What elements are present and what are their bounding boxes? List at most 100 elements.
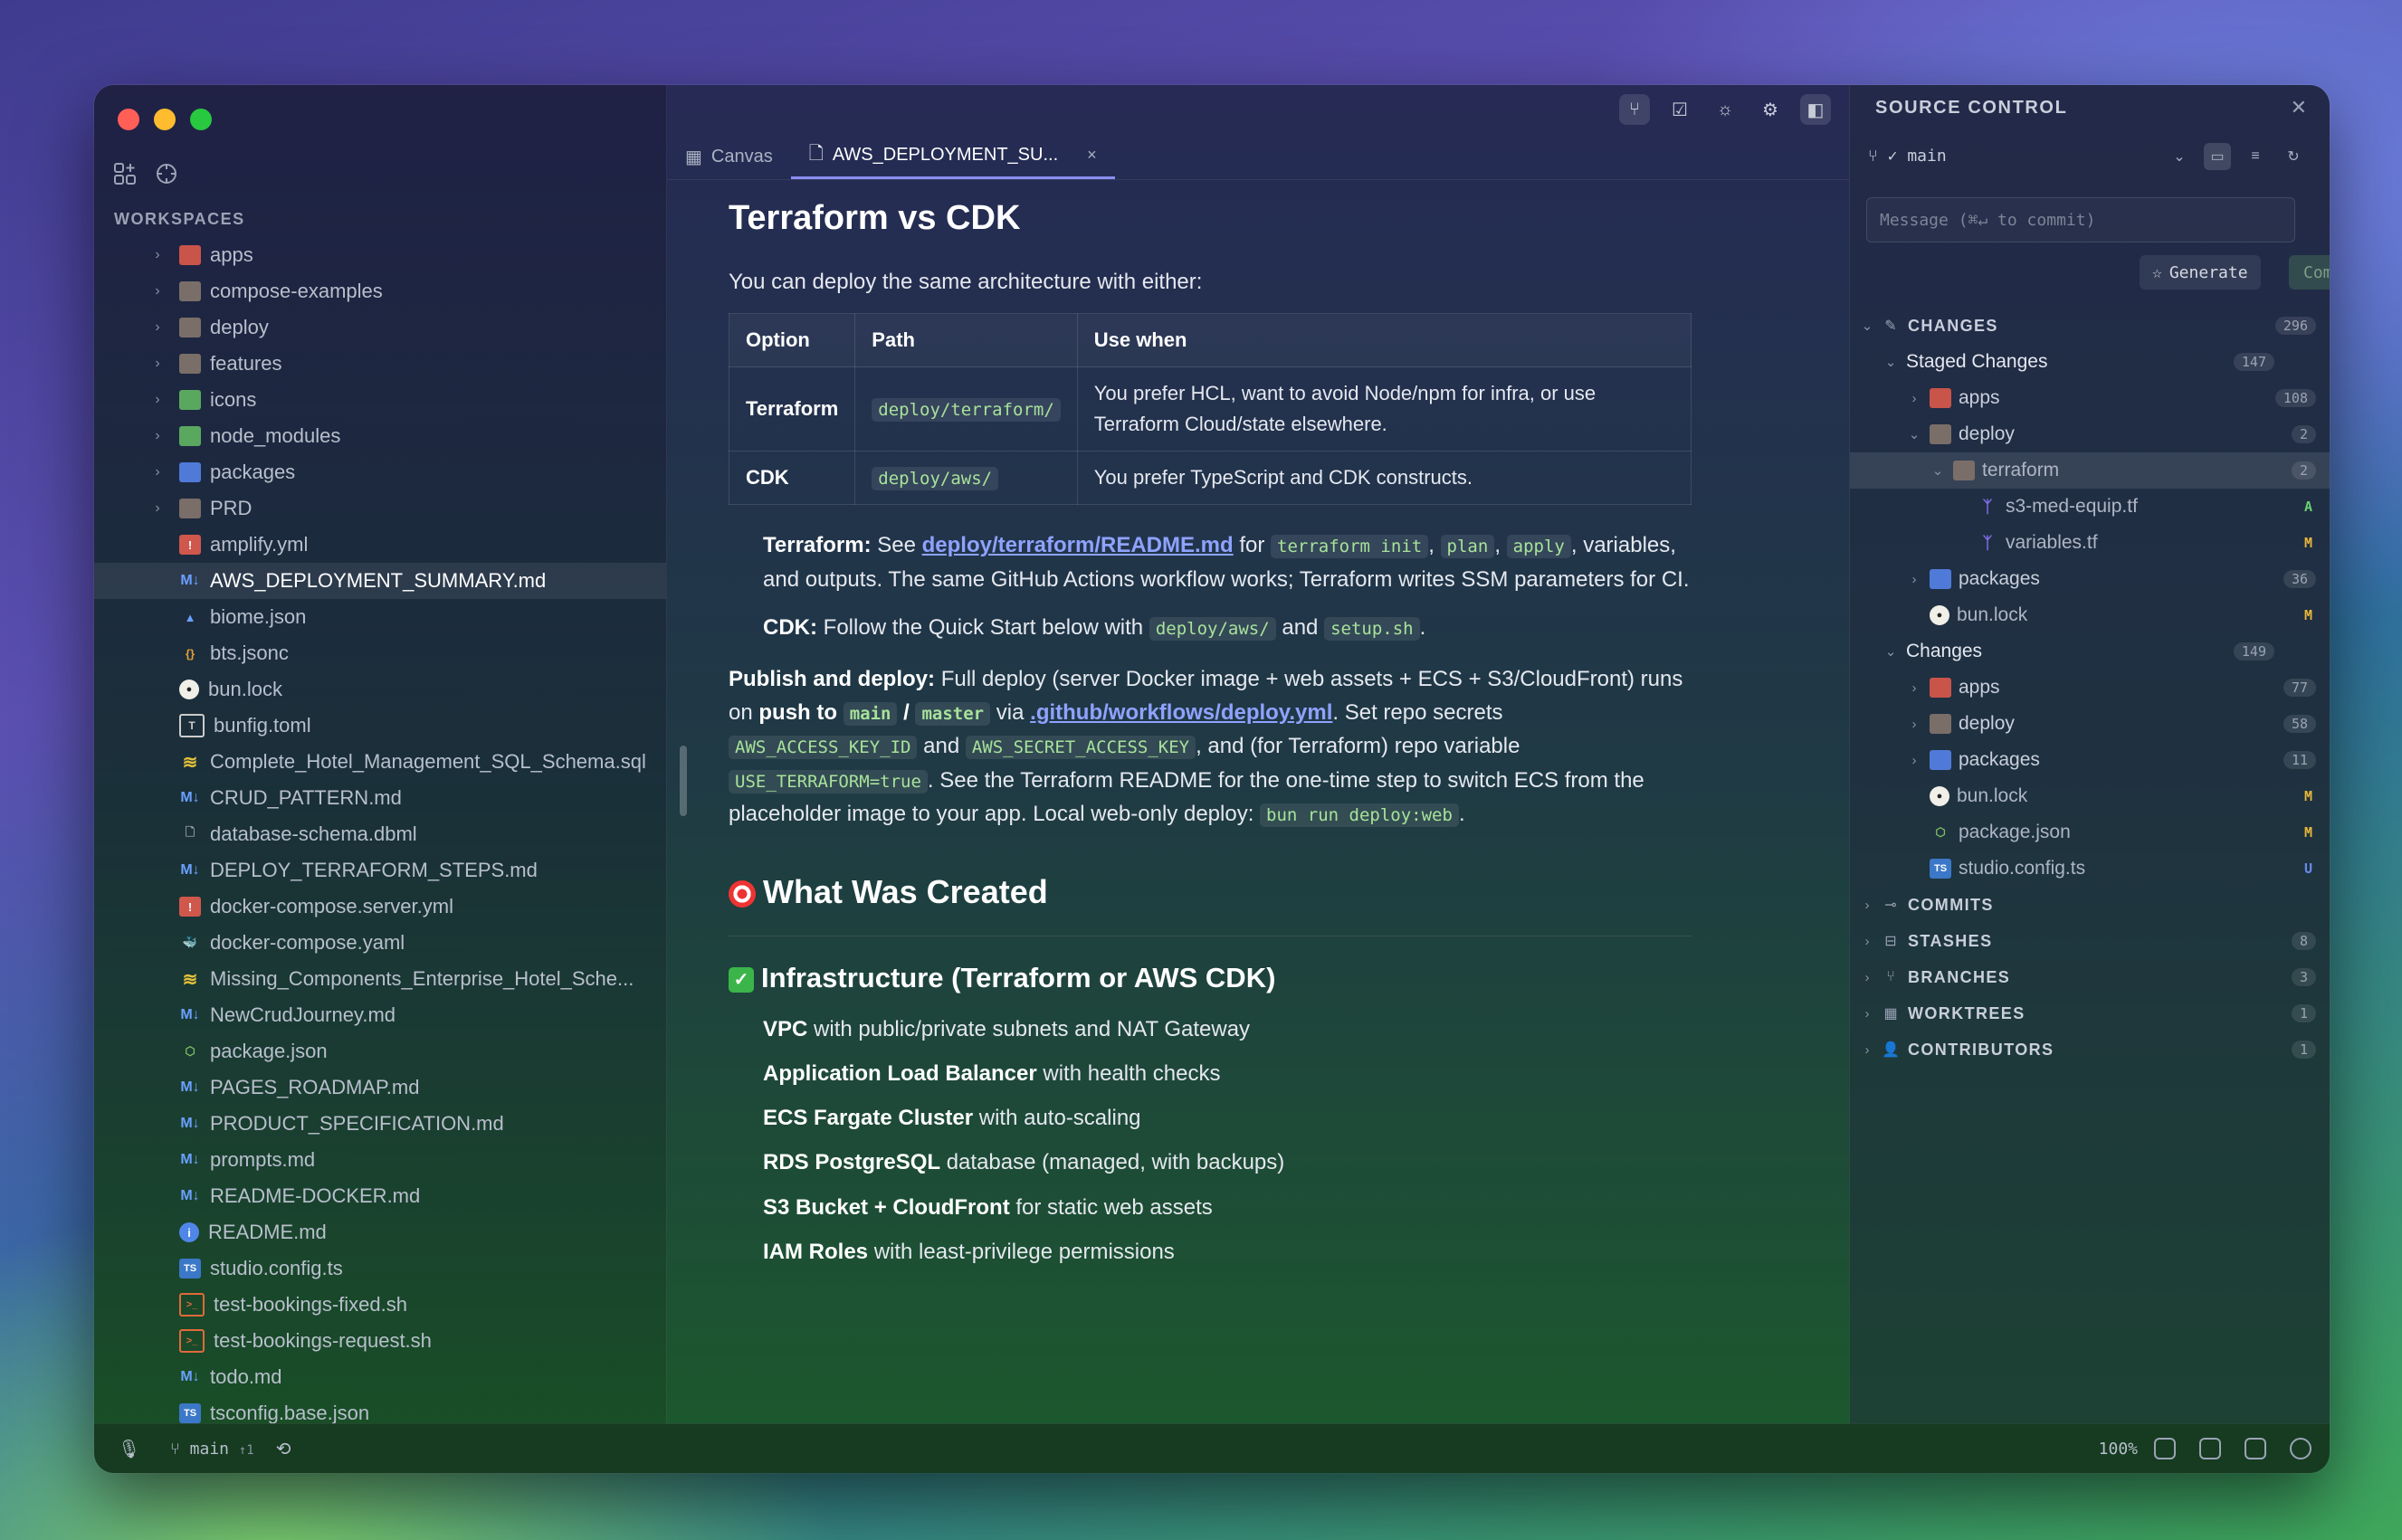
- scm-file-row[interactable]: ᛉ variables.tf M: [1850, 525, 2330, 561]
- scm-section-commits[interactable]: › ⊸ COMMITS: [1850, 887, 2330, 923]
- scm-file-row[interactable]: ⬡ package.json M: [1850, 814, 2330, 851]
- terraform-readme-link[interactable]: deploy/terraform/README.md: [922, 533, 1234, 557]
- scm-file-row[interactable]: ● bun.lock M: [1850, 778, 2330, 814]
- folder-item[interactable]: › node_modules: [94, 418, 666, 454]
- file-item[interactable]: M↓ DEPLOY_TERRAFORM_STEPS.md: [94, 852, 666, 889]
- file-item[interactable]: M↓ todo.md: [94, 1359, 666, 1395]
- sync-icon[interactable]: ⟲: [276, 1438, 291, 1460]
- file-item[interactable]: i README.md: [94, 1214, 666, 1250]
- settings-gear-icon[interactable]: ⚙: [1755, 94, 1786, 125]
- tab-canvas[interactable]: ▦ Canvas: [667, 134, 791, 179]
- status-branch[interactable]: ⑂ main ↑1: [170, 1440, 254, 1459]
- file-item[interactable]: M↓ prompts.md: [94, 1142, 666, 1178]
- folder-item[interactable]: › icons: [94, 382, 666, 418]
- workflow-link[interactable]: .github/workflows/deploy.yml: [1030, 700, 1332, 725]
- commit-message-input[interactable]: Message (⌘↵ to commit): [1866, 197, 2295, 242]
- file-item[interactable]: ● bun.lock: [94, 671, 666, 708]
- current-branch[interactable]: ⑂ ✓ main: [1868, 147, 1947, 166]
- scm-section-worktrees[interactable]: › ▦ WORKTREES 1: [1850, 995, 2330, 1031]
- file-name: PRD: [210, 497, 253, 519]
- file-item[interactable]: ! amplify.yml: [94, 527, 666, 563]
- browser-icon[interactable]: [2290, 1438, 2311, 1459]
- commit-button[interactable]: Commit: [2289, 255, 2330, 290]
- close-tab-icon[interactable]: ×: [1087, 146, 1097, 165]
- folder-item[interactable]: › packages: [94, 454, 666, 490]
- open-external-icon[interactable]: [2154, 1438, 2176, 1459]
- zoom-level[interactable]: 100%: [2099, 1440, 2138, 1459]
- biome-icon: ▲: [184, 610, 196, 624]
- generate-button[interactable]: ☆ Generate: [2140, 255, 2261, 290]
- file-item[interactable]: ! docker-compose.server.yml: [94, 889, 666, 925]
- source-control-toggle-icon[interactable]: ⑂: [1619, 94, 1650, 125]
- scm-folder-row[interactable]: ⌄ deploy 2: [1850, 416, 2330, 452]
- folder-item[interactable]: › compose-examples: [94, 273, 666, 309]
- unstaged-changes-group[interactable]: ⌄ Changes 149: [1850, 633, 2330, 670]
- folder-item[interactable]: › PRD: [94, 490, 666, 527]
- file-icon: 🗋: [808, 143, 824, 164]
- close-window-button[interactable]: [118, 109, 139, 130]
- scm-folder-row[interactable]: › apps 77: [1850, 670, 2330, 706]
- file-item[interactable]: 🗋 database-schema.dbml: [94, 816, 666, 852]
- file-item[interactable]: Tbunfig.toml: [94, 708, 666, 744]
- maximize-window-button[interactable]: [190, 109, 212, 130]
- list-item-text: database (managed, with backups): [946, 1150, 1285, 1175]
- file-icon: 🗋: [185, 825, 195, 839]
- scm-section-contributors[interactable]: › 👤 CONTRIBUTORS 1: [1850, 1031, 2330, 1068]
- tab-active-label: AWS_DEPLOYMENT_SU...: [832, 145, 1059, 165]
- list-view-icon[interactable]: ≡: [2242, 143, 2269, 170]
- book-icon[interactable]: [2199, 1438, 2221, 1459]
- file-item[interactable]: M↓ NewCrudJourney.md: [94, 997, 666, 1033]
- panel-layout-icon[interactable]: ◧: [1800, 94, 1831, 125]
- file-item[interactable]: M↓ AWS_DEPLOYMENT_SUMMARY.md: [94, 563, 666, 599]
- file-item[interactable]: ▲ biome.json: [94, 599, 666, 635]
- folder-item[interactable]: › apps: [94, 237, 666, 273]
- scm-section-stashes[interactable]: › ⊟ STASHES 8: [1850, 923, 2330, 959]
- terminal-icon[interactable]: [2245, 1438, 2266, 1459]
- close-icon[interactable]: ✕: [2291, 96, 2307, 119]
- file-item[interactable]: ≋ Missing_Components_Enterprise_Hotel_Sch…: [94, 961, 666, 997]
- chevron-right-icon: ›: [1911, 752, 1917, 768]
- scm-folder-row[interactable]: › deploy 58: [1850, 706, 2330, 742]
- scm-section-branches[interactable]: › ⑂ BRANCHES 3: [1850, 959, 2330, 995]
- commit-icon: ⊸: [1884, 898, 1897, 913]
- add-widget-icon[interactable]: [112, 161, 138, 186]
- file-item[interactable]: M↓ CRUD_PATTERN.md: [94, 780, 666, 816]
- scm-file-row[interactable]: ᛉ s3-med-equip.tf A: [1850, 489, 2330, 525]
- file-item[interactable]: M↓ README-DOCKER.md: [94, 1178, 666, 1214]
- scm-file-row[interactable]: TS studio.config.ts U: [1850, 851, 2330, 887]
- file-item[interactable]: 🐳 docker-compose.yaml: [94, 925, 666, 961]
- tab-aws-deployment-summary[interactable]: 🗋 AWS_DEPLOYMENT_SU... ×: [790, 134, 1115, 179]
- folder-item[interactable]: › features: [94, 346, 666, 382]
- file-item[interactable]: {} bts.jsonc: [94, 635, 666, 671]
- file-name: biome.json: [210, 605, 307, 628]
- refresh-icon[interactable]: ↻: [2280, 143, 2307, 170]
- folder-item[interactable]: › deploy: [94, 309, 666, 346]
- chevron-down-icon[interactable]: ⌄: [2166, 143, 2193, 170]
- scm-file-row[interactable]: ● bun.lock M: [1850, 597, 2330, 633]
- theme-sun-icon[interactable]: ☼: [1710, 94, 1740, 125]
- staged-changes-group[interactable]: ⌄ Staged Changes 147: [1850, 344, 2330, 380]
- file-item[interactable]: M↓ PRODUCT_SPECIFICATION.md: [94, 1106, 666, 1142]
- chevron-right-icon: ›: [155, 247, 160, 262]
- yaml-icon: !: [179, 897, 201, 917]
- minimize-window-button[interactable]: [154, 109, 176, 130]
- scm-folder-row[interactable]: ⌄ terraform 2: [1850, 452, 2330, 489]
- folder-icon: [1930, 714, 1951, 734]
- status-bar: 🎙 ⑂ main ↑1 ⟲ 100%: [94, 1423, 2330, 1473]
- file-item[interactable]: ⬡ package.json: [94, 1033, 666, 1069]
- scm-folder-row[interactable]: › apps 108: [1850, 380, 2330, 416]
- file-item[interactable]: >_ test-bookings-fixed.sh: [94, 1287, 666, 1323]
- microphone-icon[interactable]: 🎙: [118, 1438, 140, 1460]
- scm-folder-row[interactable]: › packages 36: [1850, 561, 2330, 597]
- changes-section-header[interactable]: ⌄ ✎ CHANGES 296: [1850, 308, 2330, 344]
- folder-view-icon[interactable]: ▭: [2204, 143, 2231, 170]
- editor-scrollbar[interactable]: [680, 746, 687, 816]
- file-item[interactable]: ≋ Complete_Hotel_Management_SQL_Schema.sq…: [94, 744, 666, 780]
- scm-folder-row[interactable]: › packages 11: [1850, 742, 2330, 778]
- scm-item-label: packages: [1959, 749, 2040, 770]
- target-icon[interactable]: [154, 161, 179, 186]
- tasks-icon[interactable]: ☑: [1664, 94, 1695, 125]
- file-item[interactable]: TS studio.config.ts: [94, 1250, 666, 1287]
- file-item[interactable]: >_ test-bookings-request.sh: [94, 1323, 666, 1359]
- file-item[interactable]: M↓ PAGES_ROADMAP.md: [94, 1069, 666, 1106]
